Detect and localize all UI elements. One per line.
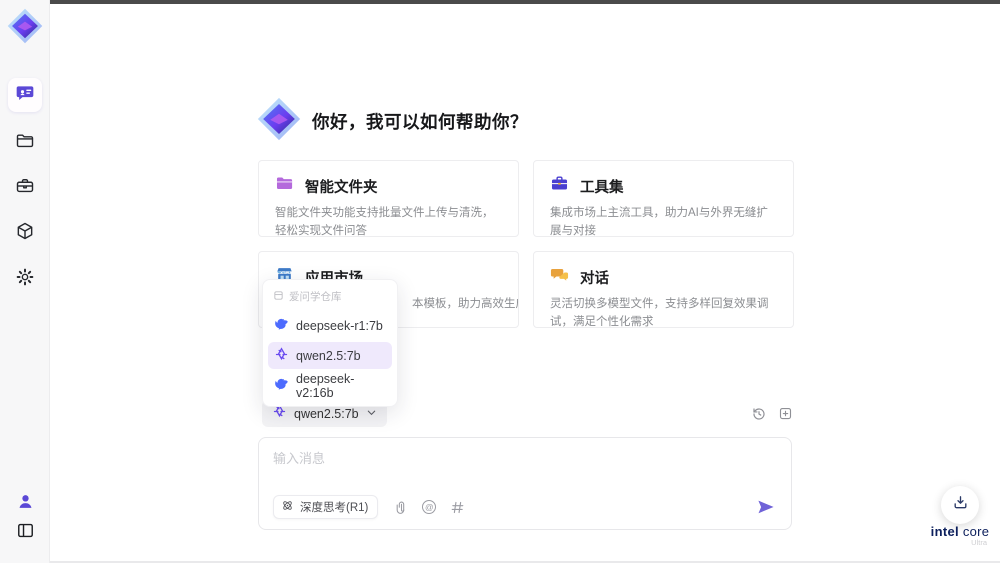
intel-ultra-label: Ultra	[971, 538, 987, 547]
model-option-deepseek-r1[interactable]: deepseek-r1:7b	[268, 312, 392, 339]
app-logo-icon	[7, 8, 43, 44]
window-top-strip	[50, 0, 1000, 4]
hero: 你好，我可以如何帮助你？	[257, 97, 528, 146]
user-icon	[16, 492, 35, 516]
deepseek-icon	[274, 377, 289, 395]
model-option-qwen[interactable]: qwen2.5:7b	[268, 342, 392, 369]
sidebar-item-settings[interactable]	[8, 262, 42, 296]
card-dialog[interactable]: 对话 灵活切换多模型文件，支持多样回复效果调试，满足个性化需求	[533, 251, 794, 328]
message-composer: 深度思考(R1) @	[258, 437, 792, 530]
deep-think-button[interactable]: 深度思考(R1)	[273, 495, 379, 519]
card-toolset[interactable]: 工具集 集成市场上主流工具，助力AI与外界无缝扩展与对接	[533, 160, 794, 237]
sidebar-item-folders[interactable]	[8, 126, 42, 160]
hash-icon[interactable]	[449, 499, 465, 515]
toolset-icon	[550, 174, 569, 198]
model-dropdown: 爱问学仓库 deepseek-r1:7b qwen2.5:7b deepseek…	[262, 279, 398, 407]
model-dropdown-header: 爱问学仓库	[268, 287, 392, 309]
sidebar-item-toolbox[interactable]	[8, 171, 42, 205]
card-smart-folder[interactable]: 智能文件夹 智能文件夹功能支持批量文件上传与清洗，轻松实现文件问答	[258, 160, 519, 237]
mention-icon[interactable]: @	[421, 499, 437, 515]
chevron-down-icon	[366, 405, 377, 423]
app-logo-icon	[257, 97, 301, 146]
dialog-icon	[550, 265, 569, 289]
card-description: 集成市场上主流工具，助力AI与外界无缝扩展与对接	[550, 207, 768, 237]
paperclip-icon[interactable]	[393, 499, 409, 515]
card-description: 智能文件夹功能支持批量文件上传与清洗，轻松实现文件问答	[275, 207, 494, 237]
model-option-label: deepseek-r1:7b	[296, 318, 383, 333]
card-description: 灵活切换多模型文件，支持多样回复效果调试，满足个性化需求	[550, 298, 769, 328]
panel-icon	[16, 521, 35, 545]
app-window: { "colors": { "accent": "#5f4bd8", "sele…	[0, 0, 1000, 563]
card-title: 智能文件夹	[305, 179, 378, 196]
sidebar	[0, 0, 50, 563]
gear-icon	[15, 267, 35, 292]
sidebar-item-models[interactable]	[8, 216, 42, 250]
new-chat-icon[interactable]	[777, 405, 794, 422]
intel-core-logo: intel core	[930, 524, 990, 539]
model-option-label: qwen2.5:7b	[296, 348, 361, 363]
deep-think-label: 深度思考(R1)	[300, 502, 369, 514]
card-title: 工具集	[580, 179, 624, 196]
greeting-title: 你好，我可以如何帮助你？	[312, 112, 528, 132]
folder-icon	[15, 131, 35, 156]
send-icon[interactable]	[755, 496, 777, 518]
repo-icon	[273, 290, 284, 304]
composer-icons: @	[393, 499, 465, 515]
repo-label: 爱问学仓库	[289, 291, 342, 303]
deepseek-icon	[274, 317, 289, 335]
conversation-actions	[750, 405, 794, 422]
download-icon	[952, 494, 969, 516]
model-option-label: deepseek-v2:16b	[296, 371, 355, 400]
model-option-deepseek-v2[interactable]: deepseek-v2:16b	[268, 371, 392, 400]
history-icon[interactable]	[750, 405, 767, 422]
model-selector-value: qwen2.5:7b	[294, 406, 359, 421]
atom-icon	[281, 499, 294, 515]
chat-icon	[15, 83, 35, 108]
download-fab[interactable]	[941, 486, 979, 524]
sidebar-item-chat[interactable]	[8, 78, 42, 112]
intel-core-badge: intel core Ultra	[923, 524, 997, 547]
sidebar-item-panel[interactable]	[8, 516, 42, 550]
composer-toolbar: 深度思考(R1) @	[273, 495, 777, 519]
card-title: 对话	[580, 270, 609, 287]
qwen-icon	[274, 346, 289, 365]
smart-folder-icon	[275, 174, 294, 198]
toolbox-icon	[15, 176, 35, 201]
cube-icon	[15, 221, 35, 246]
message-input[interactable]	[273, 448, 753, 490]
